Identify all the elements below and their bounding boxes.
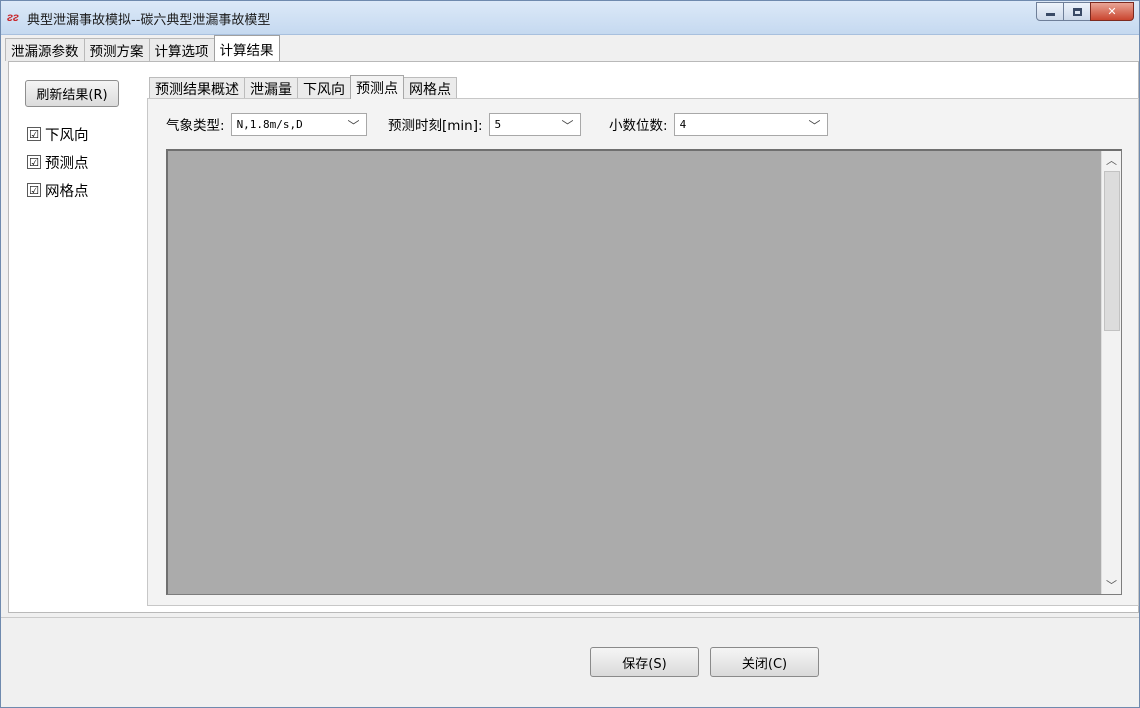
time-select[interactable]: 5 ﹀ xyxy=(488,112,581,136)
decimals-label: 小数位数: xyxy=(609,118,668,134)
weather-filter: 气象类型: N,1.8m/s,D ﹀ xyxy=(166,112,367,136)
decimals-value: 4 xyxy=(679,117,687,131)
checkbox-label: 预测点 xyxy=(45,155,89,172)
weather-label: 气象类型: xyxy=(166,118,225,134)
checkbox-grid-point[interactable]: ☑ 网格点 xyxy=(27,176,89,204)
weather-select[interactable]: N,1.8m/s,D ﹀ xyxy=(230,112,367,136)
tab-calc-options[interactable]: 计算选项 xyxy=(148,38,215,61)
results-grid[interactable]: ︿ ﹀ xyxy=(166,149,1122,595)
maximize-icon xyxy=(1072,7,1082,16)
chevron-down-icon: ﹀ xyxy=(808,118,821,133)
checkbox-checked-icon: ☑ xyxy=(27,127,41,141)
results-panel: 刷新结果(R) ☑ 下风向 ☑ 预测点 ☑ 网格点 预测结果概述 泄漏量 下风向… xyxy=(8,61,1139,613)
vertical-scrollbar[interactable]: ︿ ﹀ xyxy=(1101,151,1121,594)
refresh-results-button[interactable]: 刷新结果(R) xyxy=(25,80,119,107)
app-logo-icon: ᴤᴤ xyxy=(7,10,19,24)
time-label: 预测时刻[min]: xyxy=(388,118,483,134)
tab-leak-amount[interactable]: 泄漏量 xyxy=(244,77,298,99)
window-title: 典型泄漏事故模拟--碳六典型泄漏事故模型 xyxy=(27,13,271,28)
checkbox-label: 网格点 xyxy=(45,183,89,200)
chevron-down-icon: ﹀ xyxy=(347,118,360,133)
maximize-button[interactable] xyxy=(1063,2,1091,21)
tab-result-overview[interactable]: 预测结果概述 xyxy=(149,77,245,99)
save-button[interactable]: 保存(S) xyxy=(590,647,699,677)
chevron-down-icon: ﹀ xyxy=(561,118,574,133)
scroll-thumb[interactable] xyxy=(1104,171,1120,331)
main-window: ᴤᴤ 典型泄漏事故模拟--碳六典型泄漏事故模型 ✕ 泄漏源参数 预测方案 计算选… xyxy=(0,0,1140,708)
checkbox-checked-icon: ☑ xyxy=(27,155,41,169)
close-window-button[interactable]: ✕ xyxy=(1090,2,1134,21)
time-value: 5 xyxy=(494,117,502,131)
tab-calc-results[interactable]: 计算结果 xyxy=(213,35,280,61)
bottom-divider xyxy=(1,617,1139,618)
checkbox-downwind[interactable]: ☑ 下风向 xyxy=(27,120,89,148)
prediction-point-panel: 气象类型: N,1.8m/s,D ﹀ 预测时刻[min]: 5 ﹀ 小数位数: … xyxy=(147,98,1139,606)
minimize-icon xyxy=(1045,13,1055,16)
time-filter: 预测时刻[min]: 5 ﹀ xyxy=(388,112,581,136)
checkbox-prediction-point[interactable]: ☑ 预测点 xyxy=(27,148,89,176)
top-tab-bar: 泄漏源参数 预测方案 计算选项 计算结果 xyxy=(5,35,280,61)
tab-leak-source-params[interactable]: 泄漏源参数 xyxy=(5,38,85,61)
checkbox-label: 下风向 xyxy=(45,127,89,144)
scroll-down-icon[interactable]: ﹀ xyxy=(1102,576,1121,594)
title-bar: ᴤᴤ 典型泄漏事故模拟--碳六典型泄漏事故模型 ✕ xyxy=(1,1,1139,35)
result-type-checkboxes: ☑ 下风向 ☑ 预测点 ☑ 网格点 xyxy=(27,120,89,204)
inner-tab-bar: 预测结果概述 泄漏量 下风向 预测点 网格点 xyxy=(149,74,457,99)
tab-grid-point[interactable]: 网格点 xyxy=(403,77,457,99)
tab-prediction-scheme[interactable]: 预测方案 xyxy=(83,38,150,61)
decimals-filter: 小数位数: 4 ﹀ xyxy=(609,112,828,136)
checkbox-checked-icon: ☑ xyxy=(27,183,41,197)
weather-value: N,1.8m/s,D xyxy=(236,117,303,131)
close-button[interactable]: 关闭(C) xyxy=(710,647,819,677)
minimize-button[interactable] xyxy=(1036,2,1064,21)
decimals-select[interactable]: 4 ﹀ xyxy=(673,112,828,136)
scroll-up-icon[interactable]: ︿ xyxy=(1102,151,1121,169)
window-controls: ✕ xyxy=(1036,2,1134,21)
tab-downwind[interactable]: 下风向 xyxy=(297,77,351,99)
tab-prediction-point[interactable]: 预测点 xyxy=(350,75,404,99)
close-icon: ✕ xyxy=(1107,5,1117,18)
